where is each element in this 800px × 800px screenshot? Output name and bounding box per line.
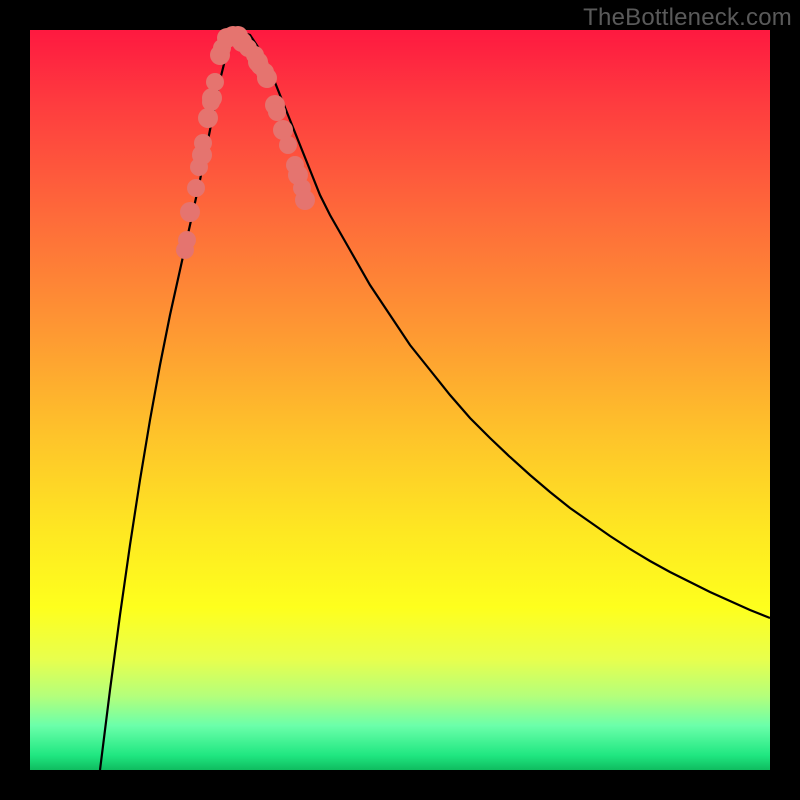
scatter-dot (180, 202, 200, 222)
plot-area (30, 30, 770, 770)
scatter-dot (268, 103, 286, 121)
scatter-dot (178, 231, 196, 249)
scatter-dot (295, 190, 315, 210)
scatter-dot (187, 179, 205, 197)
scatter-dot (202, 88, 222, 108)
scatter-dot (194, 134, 212, 152)
scatter-dot (198, 108, 218, 128)
outer-frame: TheBottleneck.com (0, 0, 800, 800)
scatter-dot (206, 73, 224, 91)
scatter-dots (176, 26, 315, 259)
scatter-dot (279, 136, 297, 154)
scatter-dot (257, 68, 277, 88)
chart-svg (30, 30, 770, 770)
watermark-text: TheBottleneck.com (583, 4, 792, 32)
